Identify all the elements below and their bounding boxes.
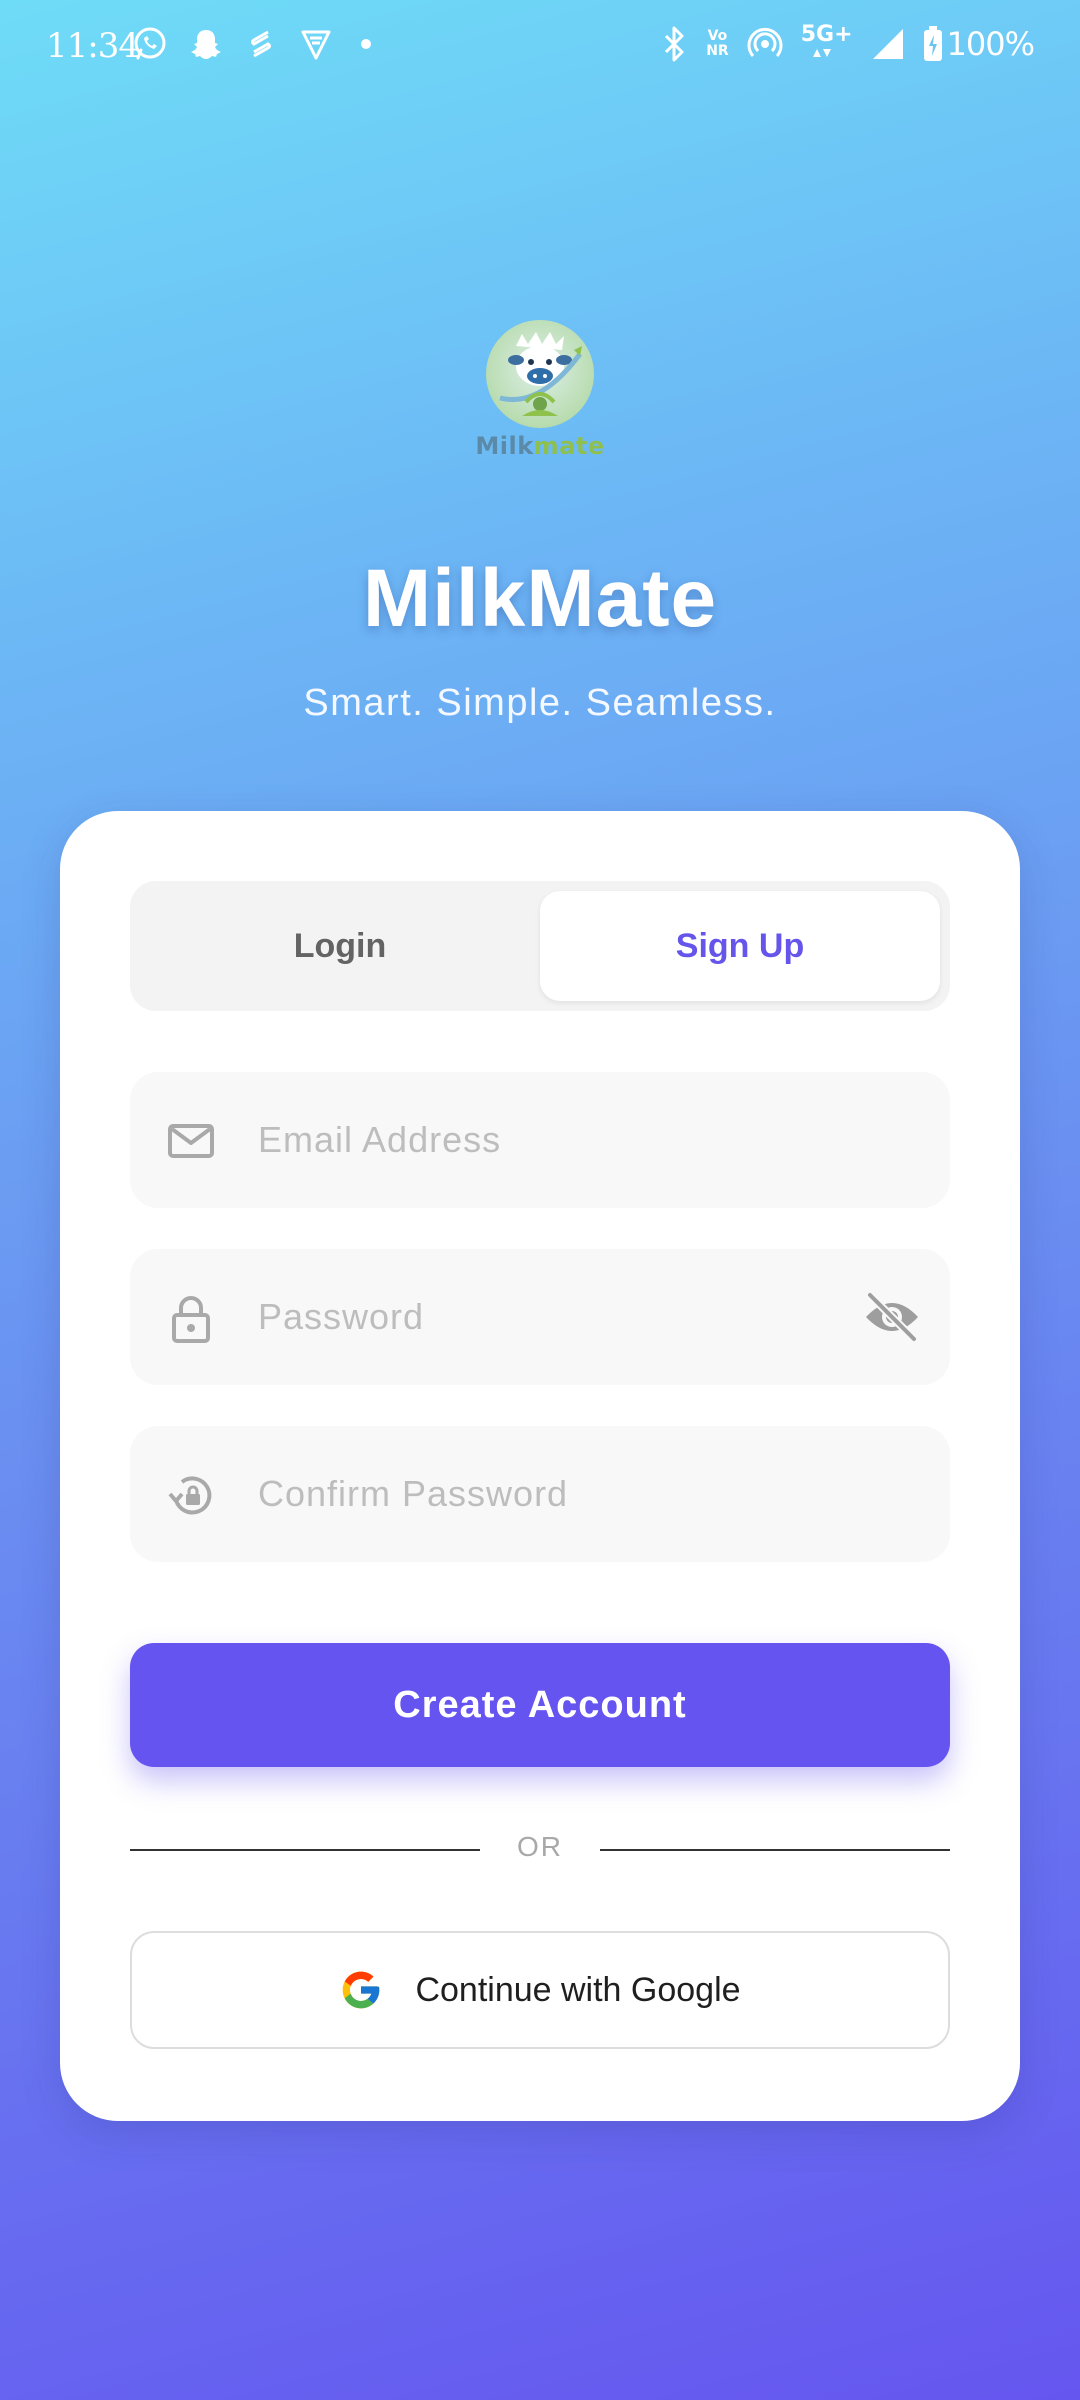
- sync-app-icon: [251, 30, 271, 58]
- status-time: 11:34: [46, 26, 140, 66]
- vpn-icon: [301, 30, 331, 60]
- signal-icon: [872, 29, 903, 59]
- email-field[interactable]: [130, 1072, 950, 1208]
- hotspot-icon: [747, 27, 783, 57]
- app-logo: Milkmate: [470, 320, 610, 470]
- snapchat-icon: [191, 30, 221, 59]
- logo-wordmark-part2: mate: [533, 432, 605, 460]
- tab-sign-up[interactable]: Sign Up: [540, 891, 940, 1001]
- google-signin-button[interactable]: Continue with Google: [130, 1931, 950, 2049]
- vonr-icon: Vo NR: [706, 29, 729, 59]
- lock-reset-icon: [168, 1476, 212, 1515]
- vonr-top-label: Vo: [707, 28, 728, 44]
- password-input[interactable]: [258, 1249, 858, 1385]
- auth-tab-switch: Login Sign Up: [130, 881, 950, 1011]
- logo-wordmark: Milkmate: [470, 432, 610, 460]
- bluetooth-icon: [665, 26, 684, 62]
- google-signin-label: Continue with Google: [415, 1970, 741, 2009]
- tab-login[interactable]: Login: [140, 891, 540, 1001]
- divider-line-right: [600, 1849, 950, 1851]
- network-5g-icon: 5G+: [801, 24, 853, 64]
- google-icon: [343, 1971, 380, 2009]
- create-account-button[interactable]: Create Account: [130, 1643, 950, 1767]
- network-label: 5G+: [800, 22, 853, 47]
- password-field[interactable]: [130, 1249, 950, 1385]
- dot-icon: [361, 39, 371, 49]
- lock-icon: [172, 1296, 210, 1343]
- app-title: MilkMate: [362, 553, 718, 644]
- mail-icon: [168, 1124, 214, 1158]
- battery-charging-icon: [923, 26, 942, 61]
- battery-indicator: 100%: [923, 25, 1035, 63]
- divider-or-text: OR: [517, 1831, 563, 1862]
- email-input[interactable]: [258, 1072, 858, 1208]
- confirm-password-input[interactable]: [258, 1426, 858, 1562]
- data-arrows-icon: [812, 49, 831, 57]
- logo-wordmark-part1: Milk: [475, 432, 534, 460]
- cow-logo-icon: [486, 320, 594, 428]
- battery-percent: 100%: [946, 25, 1035, 63]
- system-status-icons: Vo NR 5G+ 100%: [660, 24, 1035, 64]
- status-bar: 11:34 Vo NR 5G+ 100%: [0, 0, 1080, 96]
- notification-icons: [132, 26, 378, 62]
- eye-off-icon[interactable]: [862, 1287, 922, 1347]
- app-tagline: Smart. Simple. Seamless.: [303, 682, 777, 724]
- vonr-bottom-label: NR: [706, 43, 729, 59]
- auth-card: Login Sign Up Email Address Create Accou…: [60, 811, 1020, 2121]
- confirm-password-field[interactable]: [130, 1426, 950, 1562]
- whatsapp-icon: [134, 27, 166, 60]
